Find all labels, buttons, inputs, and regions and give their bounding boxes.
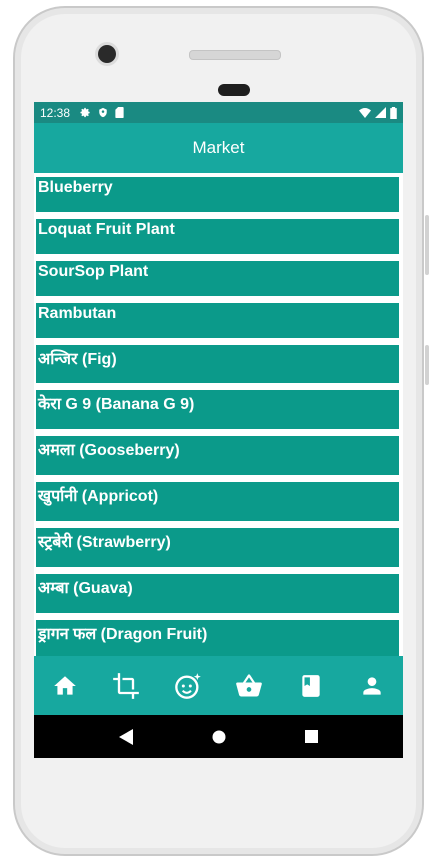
crop-icon	[113, 672, 140, 699]
list-item[interactable]: अम्बा (Guava)	[36, 574, 399, 613]
earpiece-speaker	[189, 50, 281, 60]
system-navigation-bar	[34, 715, 403, 758]
battery-icon	[390, 106, 397, 119]
proximity-sensor	[218, 84, 250, 96]
list-item[interactable]: Rambutan	[36, 303, 399, 338]
product-list[interactable]: Blueberry Loquat Fruit Plant SourSop Pla…	[34, 173, 403, 656]
person-icon	[363, 676, 381, 695]
shield-icon	[99, 107, 107, 118]
nav-profile-button[interactable]	[356, 670, 388, 702]
nav-book-button[interactable]	[295, 670, 327, 702]
volume-button	[425, 215, 429, 275]
recents-icon[interactable]	[305, 730, 319, 743]
book-icon	[302, 674, 320, 697]
list-item[interactable]: अमला (Gooseberry)	[36, 436, 399, 475]
page-title: Market	[192, 138, 245, 157]
list-item[interactable]: SourSop Plant	[36, 261, 399, 296]
status-time: 12:38	[40, 105, 71, 120]
shopping-basket-icon	[236, 673, 263, 696]
screen: 12:38 Market Blueberry Loquat Fruit Plan…	[34, 102, 403, 758]
nav-home-button[interactable]	[49, 670, 81, 702]
nav-face-button[interactable]	[172, 670, 204, 702]
power-button	[425, 345, 429, 385]
list-item[interactable]: Blueberry	[36, 177, 399, 212]
status-bar: 12:38	[34, 102, 403, 123]
app-bar: Market	[34, 123, 403, 173]
back-icon[interactable]	[118, 728, 133, 745]
home-icon	[53, 675, 76, 695]
bottom-navigation	[34, 656, 403, 715]
list-item[interactable]: Loquat Fruit Plant	[36, 219, 399, 254]
front-camera	[98, 45, 116, 63]
list-item[interactable]: ड्रागन फल (Dragon Fruit)	[36, 620, 399, 656]
list-item[interactable]: केरा G 9 (Banana G 9)	[36, 390, 399, 429]
signal-icon	[375, 107, 386, 118]
wifi-icon	[359, 107, 371, 118]
face-sparkle-icon	[174, 672, 201, 699]
list-item[interactable]: अन्जिर (Fig)	[36, 345, 399, 383]
sim-card-icon	[115, 107, 124, 118]
nav-basket-button[interactable]	[233, 670, 265, 702]
gear-icon	[80, 107, 90, 118]
nav-crop-button[interactable]	[110, 670, 142, 702]
list-item[interactable]: स्ट्रबेरी (Strawberry)	[36, 528, 399, 567]
list-item[interactable]: खुर्पानी (Appricot)	[36, 482, 399, 521]
home-circle-icon[interactable]	[212, 730, 226, 744]
